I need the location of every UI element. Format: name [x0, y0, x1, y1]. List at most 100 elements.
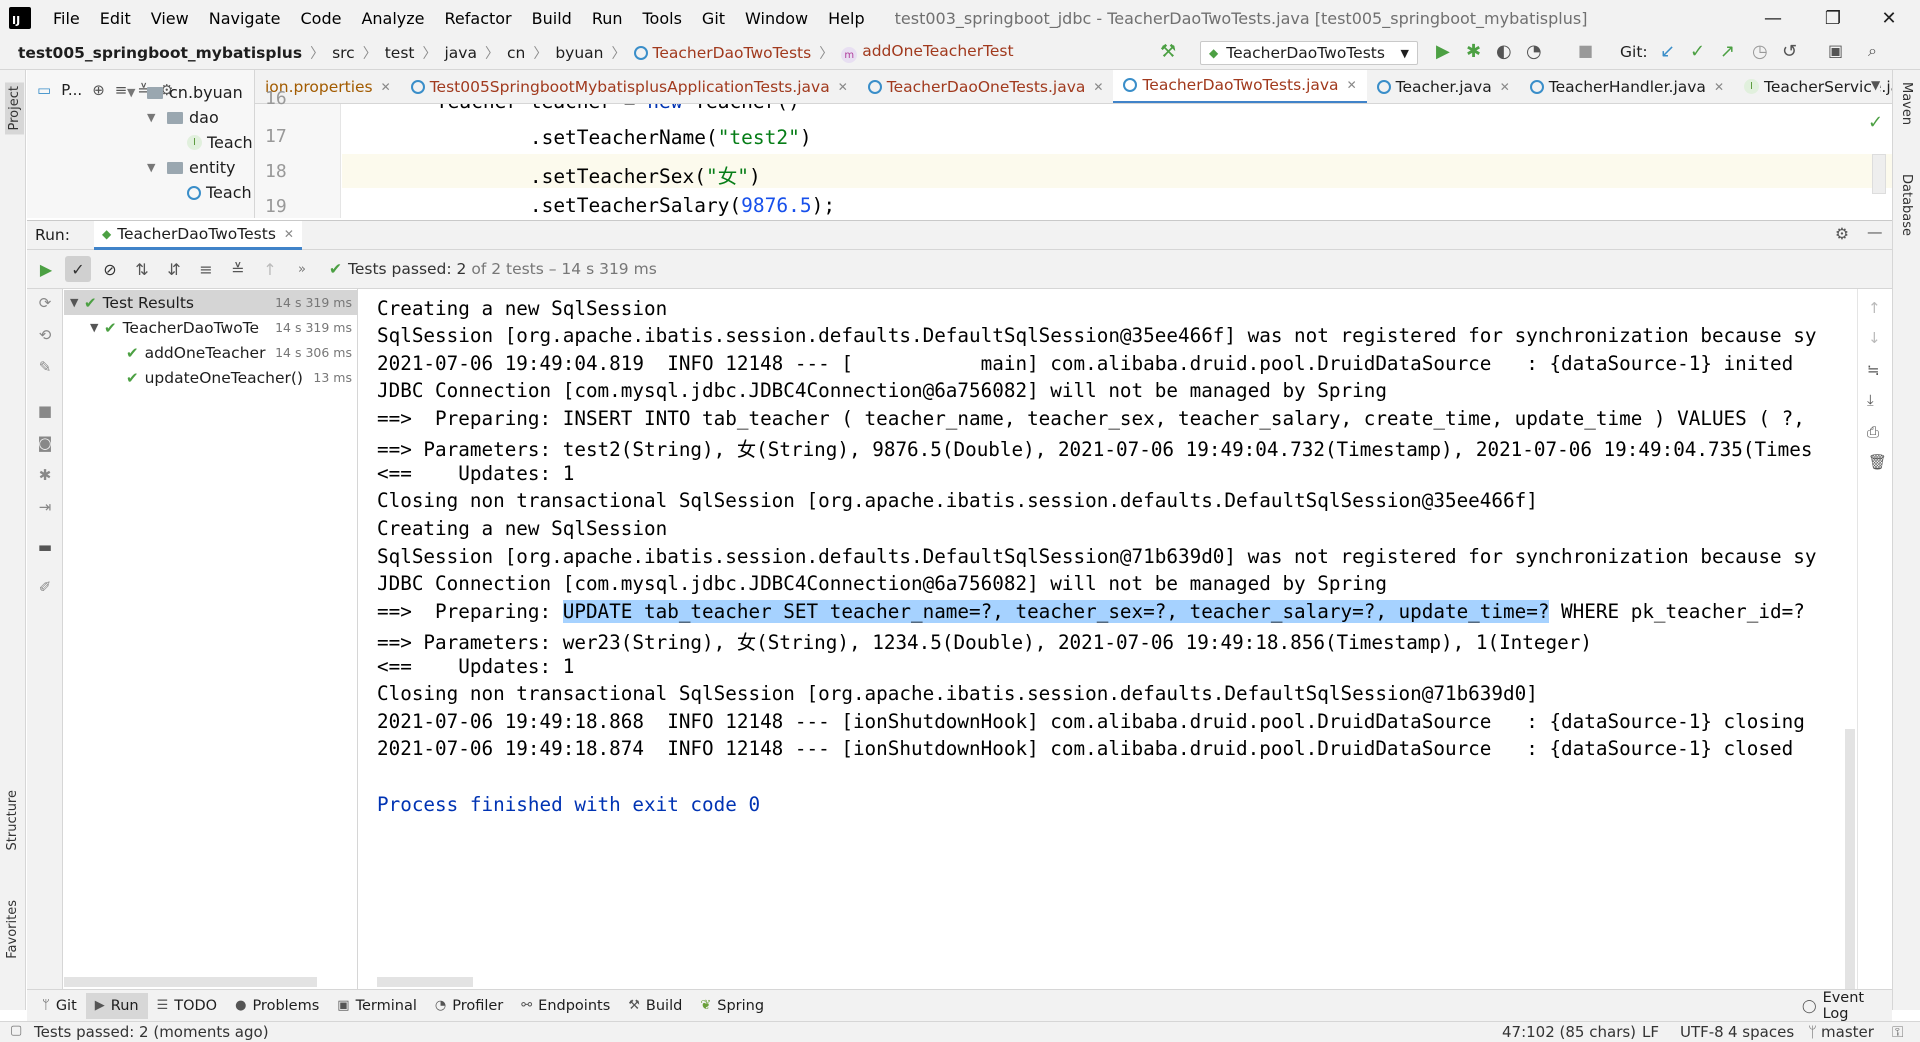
breadcrumb-src[interactable]: src: [328, 44, 359, 62]
maven-tool-button[interactable]: Maven: [1899, 82, 1914, 125]
menu-run[interactable]: Run: [582, 9, 633, 28]
close-icon[interactable]: ✕: [838, 80, 848, 94]
tool-build[interactable]: ⚒ Build: [619, 993, 691, 1019]
tab-teacher-handler[interactable]: TeacherHandler.java ✕: [1520, 70, 1734, 103]
close-icon[interactable]: ✕: [1093, 80, 1103, 94]
pin-icon[interactable]: ✐: [35, 577, 55, 597]
soft-wrap-icon[interactable]: ≒: [1867, 361, 1880, 379]
tab-teacher[interactable]: Teacher.java ✕: [1367, 70, 1520, 103]
search-everywhere-icon[interactable]: ⌕: [1868, 41, 1877, 61]
close-icon[interactable]: ✕: [1347, 78, 1357, 92]
tree-horizontal-scrollbar[interactable]: [64, 977, 317, 987]
debug-icon[interactable]: ✱: [35, 465, 55, 485]
project-tool-button[interactable]: Project: [5, 82, 24, 135]
camera-icon[interactable]: ◙: [35, 433, 55, 453]
tool-todo[interactable]: ☰ TODO: [148, 993, 227, 1019]
arrow-up-icon[interactable]: ↑: [1868, 299, 1881, 317]
tree-item-teacher-dao[interactable]: I Teach: [187, 130, 253, 155]
tool-event-log[interactable]: ◯ Event Log: [1793, 990, 1892, 1022]
stop-icon[interactable]: ■: [35, 401, 55, 421]
menu-navigate[interactable]: Navigate: [199, 9, 291, 28]
lock-icon[interactable]: ⚿: [1892, 1023, 1903, 1041]
project-structure-icon[interactable]: ▣: [1828, 41, 1843, 60]
maximize-button[interactable]: ❐: [1810, 0, 1856, 36]
scroll-to-end-icon[interactable]: ⤓: [1867, 391, 1874, 409]
tab-teacher-service[interactable]: I TeacherService.ja: [1734, 70, 1892, 103]
test-row-add-one-teacher[interactable]: ✔ addOneTeacher 14 s 306 ms: [64, 340, 358, 365]
breadcrumb-project[interactable]: test005_springboot_mybatisplus: [14, 44, 306, 62]
run-tab[interactable]: ◆ TeacherDaoTwoTests ✕: [93, 220, 302, 250]
menu-refactor[interactable]: Refactor: [435, 9, 522, 28]
debug-icon[interactable]: ✱: [1466, 41, 1481, 62]
breadcrumb-cn[interactable]: cn: [503, 44, 529, 62]
hide-icon[interactable]: —: [1867, 223, 1883, 241]
test-row-class[interactable]: ▼ ✔ TeacherDaoTwoTe 14 s 319 ms: [64, 315, 358, 340]
sort-duration-icon[interactable]: ⇵: [161, 256, 187, 282]
favorites-tool-button[interactable]: Favorites: [5, 900, 20, 959]
breadcrumb-byuan[interactable]: byuan: [551, 44, 607, 62]
menu-file[interactable]: File: [43, 9, 90, 28]
run-configuration-select[interactable]: ◆ TeacherDaoTwoTests ▼: [1200, 41, 1418, 65]
show-ignored-icon[interactable]: ⊘: [97, 256, 123, 282]
tree-item-teacher[interactable]: Teach: [187, 180, 252, 205]
tool-spring[interactable]: ❦ Spring: [691, 993, 773, 1019]
inspection-ok-icon[interactable]: ✓: [1868, 112, 1883, 133]
close-icon[interactable]: ✕: [1500, 80, 1510, 94]
profile-icon[interactable]: ◔: [1526, 41, 1542, 62]
git-branch[interactable]: ᛘ master: [1808, 1023, 1874, 1041]
build-hammer-icon[interactable]: ⚒: [1160, 41, 1176, 62]
trash-icon[interactable]: 🗑: [1868, 453, 1887, 471]
test-row-results[interactable]: ▼ ✔ Test Results 14 s 319 ms: [64, 290, 358, 315]
line-separator[interactable]: LF: [1642, 1023, 1659, 1041]
close-icon[interactable]: ✕: [381, 80, 391, 94]
toggle-auto-test-icon[interactable]: ⟲: [35, 325, 55, 345]
menu-view[interactable]: View: [141, 9, 199, 28]
close-icon[interactable]: ✕: [284, 227, 294, 241]
file-encoding[interactable]: UTF-8: [1680, 1023, 1724, 1041]
minimize-button[interactable]: —: [1750, 0, 1796, 36]
expand-all-icon[interactable]: ≡: [193, 256, 219, 282]
indent-setting[interactable]: 4 spaces: [1728, 1023, 1794, 1041]
tabs-overflow-chevron-icon[interactable]: ▼: [1871, 78, 1881, 92]
menu-code[interactable]: Code: [291, 9, 352, 28]
console-output[interactable]: Creating a new SqlSession SqlSession [or…: [359, 289, 1857, 989]
database-tool-button[interactable]: Database: [1899, 174, 1914, 236]
menu-edit[interactable]: Edit: [90, 9, 141, 28]
editor-scrollbar-thumb[interactable]: [1872, 154, 1886, 194]
rerun-icon[interactable]: ▶: [33, 256, 59, 282]
coverage-icon[interactable]: ◐: [1496, 41, 1512, 62]
structure-tool-button[interactable]: Structure: [5, 790, 20, 850]
tool-profiler[interactable]: ◔ Profiler: [426, 993, 512, 1019]
tab-teacher-dao-one-tests[interactable]: TeacherDaoOneTests.java ✕: [858, 70, 1114, 103]
menu-tools[interactable]: Tools: [633, 9, 692, 28]
tree-item-entity[interactable]: ▼ entity: [147, 155, 235, 180]
rollback-icon[interactable]: ↺: [1782, 41, 1797, 62]
console-horizontal-scrollbar[interactable]: [377, 977, 473, 987]
status-message[interactable]: Tests passed: 2 (moments ago): [34, 1023, 269, 1041]
menu-git[interactable]: Git: [692, 9, 735, 28]
more-actions-icon[interactable]: »: [289, 256, 315, 282]
close-icon[interactable]: ✕: [1714, 80, 1724, 94]
tool-run[interactable]: ▶ Run: [85, 992, 148, 1019]
console-vertical-scrollbar[interactable]: [1845, 729, 1855, 989]
tree-item-cn-byuan[interactable]: ▼ cn.byuan: [127, 80, 243, 105]
status-toggle-icon[interactable]: ▢: [10, 1023, 22, 1038]
exit-icon[interactable]: ⇥: [35, 497, 55, 517]
git-commit-icon[interactable]: ✓: [1690, 41, 1705, 62]
menu-build[interactable]: Build: [522, 9, 582, 28]
close-window-button[interactable]: ✕: [1866, 0, 1912, 36]
rerun-failed-icon[interactable]: ⟳: [35, 293, 55, 313]
tool-problems[interactable]: ● Problems: [226, 993, 328, 1019]
git-update-icon[interactable]: ↙: [1660, 41, 1675, 62]
code-editor[interactable]: Teacher teacher = new Teacher() .setTeac…: [342, 104, 1892, 218]
menu-window[interactable]: Window: [735, 9, 818, 28]
collapse-all-icon[interactable]: ≚: [225, 256, 251, 282]
gear-icon[interactable]: ⚙: [1835, 225, 1849, 243]
tab-teacher-dao-two-tests[interactable]: TeacherDaoTwoTests.java ✕: [1113, 70, 1367, 103]
stop-icon[interactable]: ■: [1578, 41, 1593, 60]
previous-failed-icon[interactable]: ↑: [257, 256, 283, 282]
history-icon[interactable]: ◷: [1752, 41, 1768, 62]
run-icon[interactable]: ▶: [1436, 41, 1450, 62]
sort-alpha-icon[interactable]: ⇅: [129, 256, 155, 282]
tree-item-dao[interactable]: ▼ dao: [147, 105, 219, 130]
